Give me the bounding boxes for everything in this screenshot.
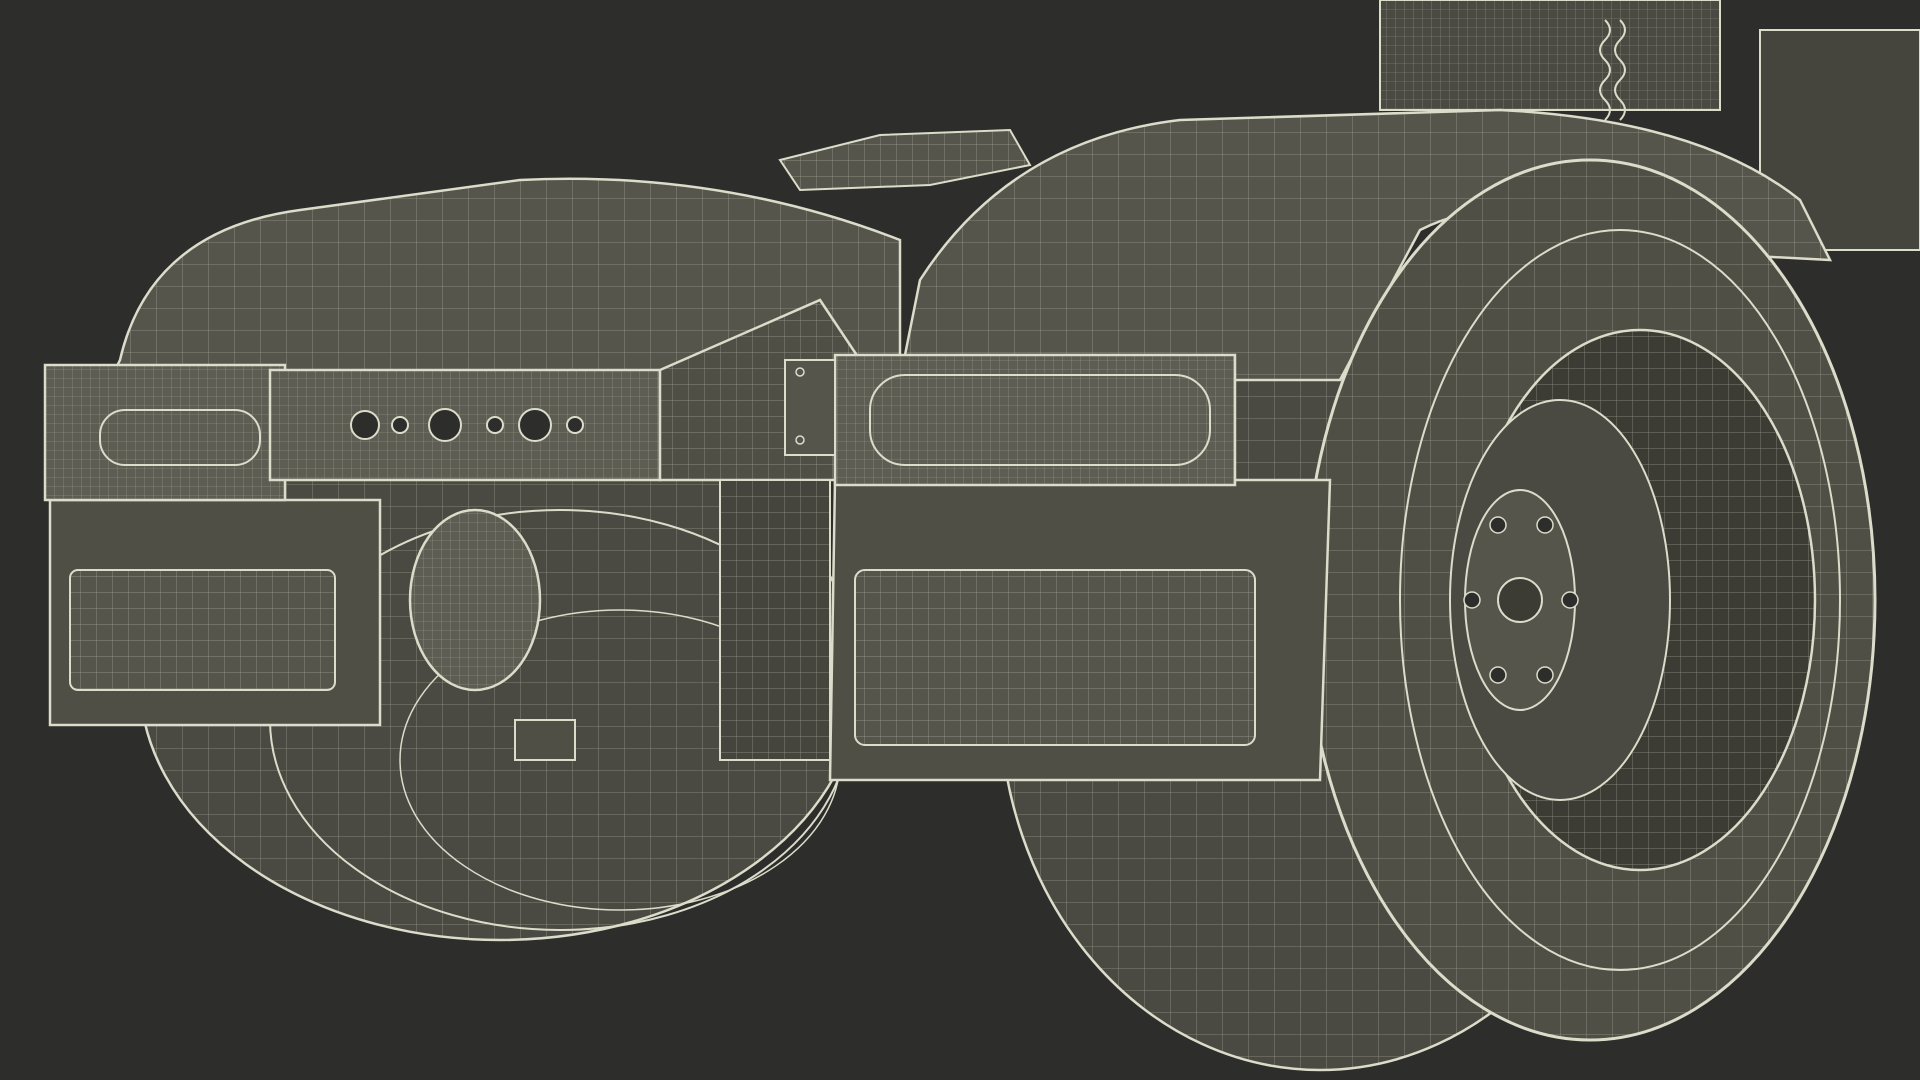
suspension-bracket: [719, 479, 831, 761]
lamp-mount-bracket: [784, 359, 836, 456]
truck-render: [43, 0, 1920, 1072]
left-tail-lamp: [43, 363, 287, 502]
right-tail-lamp: [833, 353, 1237, 487]
render-viewport: [0, 0, 1920, 1080]
fifth-wheel-plate: [778, 128, 1032, 192]
left-mudflap: [48, 498, 382, 727]
right-mudflap: [828, 478, 1332, 782]
